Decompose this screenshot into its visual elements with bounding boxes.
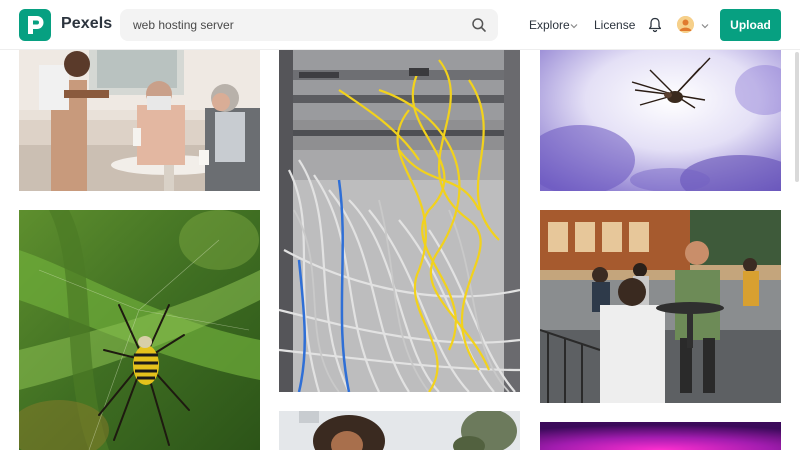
photo-purple-abstract[interactable]	[540, 422, 781, 450]
photo-woman-curly-hair[interactable]	[279, 411, 520, 450]
search-input[interactable]: web hosting server	[133, 18, 234, 32]
nav-explore[interactable]: Explore	[529, 18, 570, 32]
photo-waiter-serving-couple[interactable]	[19, 50, 260, 191]
pexels-logo-icon[interactable]	[19, 9, 51, 41]
pexels-search-page: Pexels web hosting server Explore Licens…	[0, 0, 800, 450]
nav-license[interactable]: License	[594, 18, 635, 32]
search-bar[interactable]: web hosting server	[120, 9, 498, 41]
bell-icon[interactable]	[648, 17, 662, 33]
top-navigation-bar: Pexels web hosting server Explore Licens…	[0, 0, 800, 50]
avatar-chevron-down-icon[interactable]	[700, 21, 710, 31]
search-icon[interactable]	[471, 17, 487, 33]
page-scrollbar[interactable]	[795, 52, 799, 182]
photo-spider-sky[interactable]	[540, 50, 781, 191]
photo-street-cafe[interactable]	[540, 210, 781, 403]
avatar[interactable]	[677, 16, 694, 33]
brand-name[interactable]: Pexels	[61, 15, 112, 33]
chevron-down-icon[interactable]	[569, 21, 579, 31]
upload-button[interactable]: Upload	[720, 9, 781, 41]
photo-garden-spider[interactable]	[19, 210, 260, 450]
photo-server-rack-cables[interactable]	[279, 50, 520, 392]
